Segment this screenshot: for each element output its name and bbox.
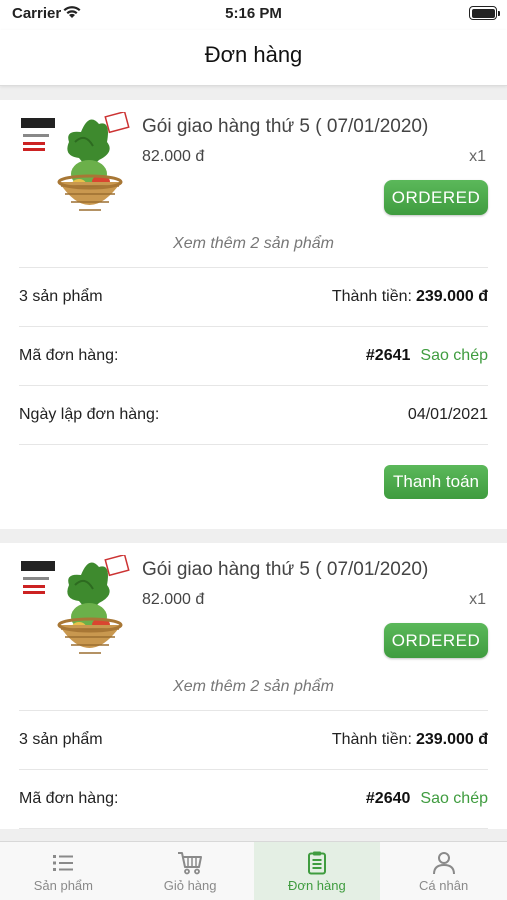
order-id-label: Mã đơn hàng: bbox=[19, 790, 119, 807]
order-total-row: 3 sản phẩm Thành tiền: 239.000 đ bbox=[19, 711, 488, 770]
tab-label: Cá nhân bbox=[419, 878, 469, 893]
page-title: Đơn hàng bbox=[204, 42, 303, 67]
total-label: Thành tiền: bbox=[331, 731, 412, 748]
item-count: 3 sản phẩm bbox=[19, 288, 103, 305]
tab-profile[interactable]: Cá nhân bbox=[380, 842, 507, 900]
product-name[interactable]: Gói giao hàng thứ 5 ( 07/01/2020) bbox=[142, 116, 428, 138]
pay-button[interactable]: Thanh toán bbox=[384, 465, 488, 499]
order-date-row: Ngày lập đơn hàng: 04/01/2021 bbox=[19, 386, 488, 445]
total-value: 239.000 đ bbox=[415, 731, 488, 748]
person-icon bbox=[432, 852, 455, 875]
navigation-bar: Đơn hàng bbox=[0, 30, 507, 86]
product-price: 82.000 đ bbox=[142, 591, 205, 608]
order-id-row: Mã đơn hàng: #2640 Sao chép bbox=[19, 770, 488, 829]
product-thumbnail bbox=[21, 555, 130, 654]
total-value: 239.000 đ bbox=[415, 288, 488, 305]
copy-order-id-button[interactable]: Sao chép bbox=[420, 790, 488, 807]
order-date-value: 04/01/2021 bbox=[407, 406, 488, 423]
product-thumbnail bbox=[21, 112, 130, 211]
clipboard-icon bbox=[307, 851, 326, 875]
order-id-value: #2641 bbox=[365, 347, 411, 364]
battery-icon bbox=[469, 6, 500, 20]
product-row[interactable]: Gói giao hàng thứ 5 ( 07/01/2020) 82.000… bbox=[19, 543, 488, 663]
tab-orders[interactable]: Đơn hàng bbox=[253, 842, 381, 900]
tab-cart[interactable]: Giỏ hàng bbox=[127, 842, 254, 900]
product-name[interactable]: Gói giao hàng thứ 5 ( 07/01/2020) bbox=[142, 559, 428, 581]
order-status-button[interactable]: ORDERED bbox=[384, 180, 488, 215]
order-id-value: #2640 bbox=[365, 790, 411, 807]
product-quantity: x1 bbox=[469, 148, 486, 165]
order-status-button[interactable]: ORDERED bbox=[384, 623, 488, 658]
order-card: Gói giao hàng thứ 5 ( 07/01/2020) 82.000… bbox=[0, 543, 507, 829]
product-row[interactable]: Gói giao hàng thứ 5 ( 07/01/2020) 82.000… bbox=[19, 100, 488, 220]
see-more-link[interactable]: Xem thêm 2 sản phẩm bbox=[19, 663, 488, 711]
order-card: Gói giao hàng thứ 5 ( 07/01/2020) 82.000… bbox=[0, 100, 507, 529]
tab-products[interactable]: Sản phẩm bbox=[0, 842, 127, 900]
clock: 5:16 PM bbox=[225, 5, 282, 22]
copy-order-id-button[interactable]: Sao chép bbox=[420, 347, 488, 364]
cart-icon bbox=[178, 852, 203, 875]
payment-row: Thanh toán bbox=[19, 445, 488, 529]
item-count: 3 sản phẩm bbox=[19, 731, 103, 748]
tab-bar: Sản phẩm Giỏ hàng Đơn hàng Cá nhân bbox=[0, 841, 507, 900]
order-id-row: Mã đơn hàng: #2641 Sao chép bbox=[19, 327, 488, 386]
order-total-row: 3 sản phẩm Thành tiền: 239.000 đ bbox=[19, 268, 488, 327]
list-icon bbox=[53, 855, 74, 871]
product-quantity: x1 bbox=[469, 591, 486, 608]
tab-label: Đơn hàng bbox=[288, 878, 346, 893]
order-id-label: Mã đơn hàng: bbox=[19, 347, 119, 364]
tab-label: Giỏ hàng bbox=[163, 878, 217, 893]
order-date-label: Ngày lập đơn hàng: bbox=[19, 406, 160, 423]
tab-label: Sản phẩm bbox=[33, 878, 93, 893]
product-price: 82.000 đ bbox=[142, 148, 205, 165]
see-more-link[interactable]: Xem thêm 2 sản phẩm bbox=[19, 220, 488, 268]
orders-list[interactable]: Gói giao hàng thứ 5 ( 07/01/2020) 82.000… bbox=[0, 86, 507, 841]
total-label: Thành tiền: bbox=[331, 288, 412, 305]
status-bar: Carrier 5:16 PM bbox=[0, 0, 507, 30]
